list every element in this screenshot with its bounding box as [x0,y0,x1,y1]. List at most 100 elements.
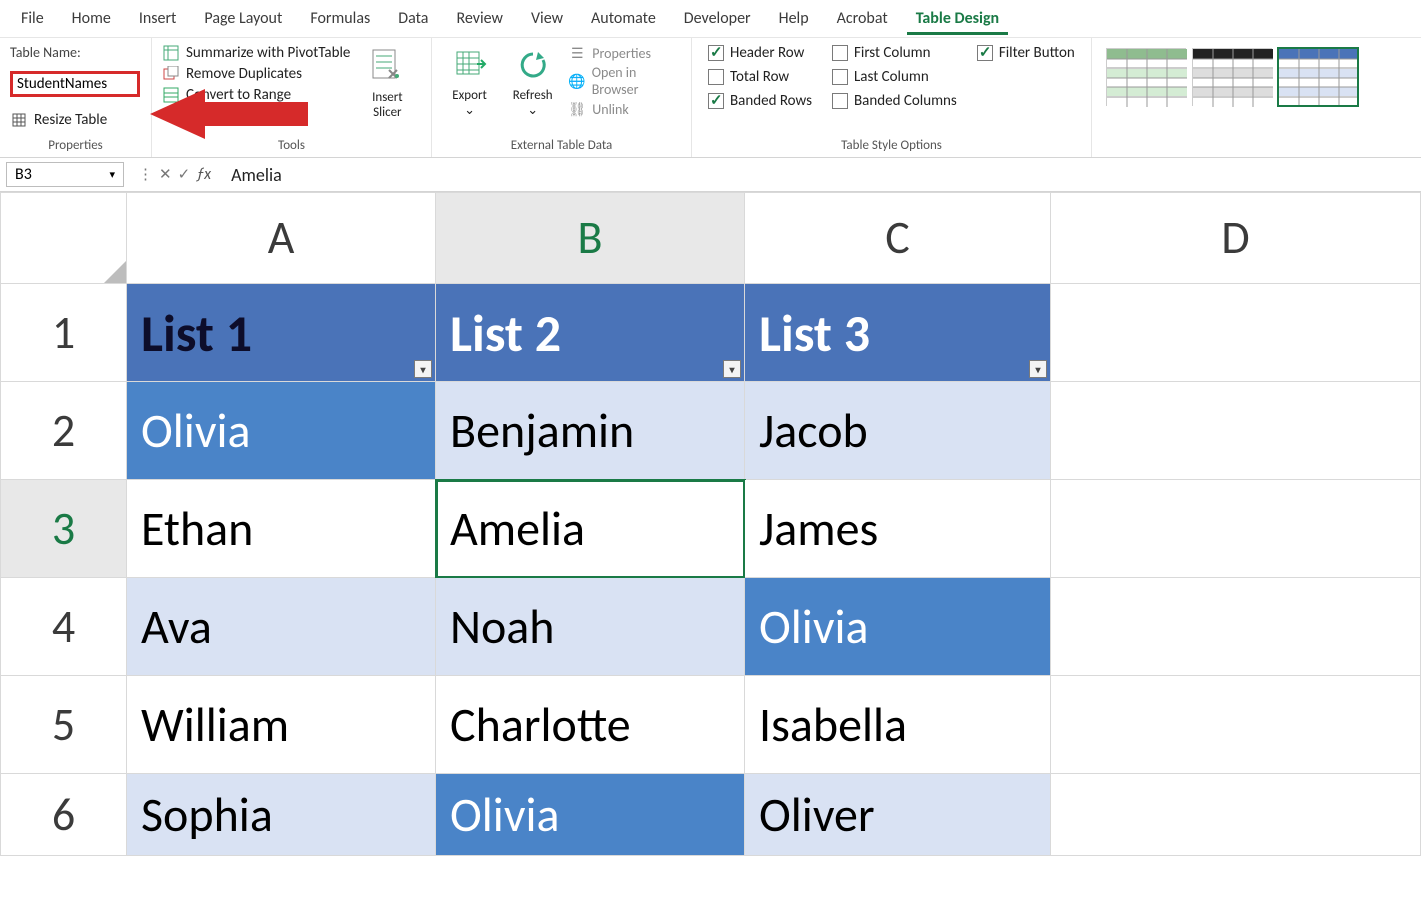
cell-b6[interactable]: Olivia [436,774,745,856]
cell-b5[interactable]: Charlotte [436,676,745,774]
cell-a2[interactable]: Olivia [127,382,436,480]
accept-formula-icon[interactable]: ✓ [178,165,191,184]
cell-c3[interactable]: James [745,480,1051,578]
cell-d5[interactable] [1051,676,1421,774]
row-header-3[interactable]: 3 [0,480,127,578]
pivottable-icon [162,44,180,62]
ribbon-group-label: Properties [10,136,141,155]
cell-c6[interactable]: Oliver [745,774,1051,856]
cell-a4[interactable]: Ava [127,578,436,676]
unlink-button: ⛓ Unlink [568,100,681,118]
column-header-a[interactable]: A [127,192,436,284]
filter-dropdown-icon[interactable]: ▾ [1029,360,1047,378]
insert-slicer-button[interactable]: Insert Slicer [358,44,416,121]
total-row-checkbox[interactable]: Total Row [708,68,812,86]
row-header-4[interactable]: 4 [0,578,127,676]
row-header-1[interactable]: 1 [0,284,127,382]
ribbon-group-label: Tools [162,136,421,155]
cell-d6[interactable] [1051,774,1421,856]
row-header-6[interactable]: 6 [0,774,127,856]
filter-button-checkbox[interactable]: Filter Button [977,44,1075,62]
cell-d2[interactable] [1051,382,1421,480]
convert-to-range-button[interactable]: Convert to Range [162,86,350,104]
filter-dropdown-icon[interactable]: ▾ [414,360,432,378]
menu-acrobat[interactable]: Acrobat [824,3,901,34]
menu-file[interactable]: File [8,3,57,34]
resize-table-icon [10,111,28,129]
cell-d3[interactable] [1051,480,1421,578]
banded-rows-checkbox[interactable]: Banded Rows [708,92,812,110]
first-column-checkbox[interactable]: First Column [832,44,957,62]
cell-c5[interactable]: Isabella [745,676,1051,774]
filter-dropdown-icon[interactable]: ▾ [723,360,741,378]
column-header-d[interactable]: D [1051,192,1421,284]
table-style-thumb[interactable] [1192,48,1272,106]
remove-duplicates-label: Remove Duplicates [186,65,302,83]
refresh-button[interactable]: Refresh⌄ [505,44,560,119]
cell-b2[interactable]: Benjamin [436,382,745,480]
summarize-pivottable-button[interactable]: Summarize with PivotTable [162,44,350,62]
menu-table-design[interactable]: Table Design [903,3,1012,34]
ribbon-group-properties: Table Name: Resize Table Properties [0,38,152,157]
table-name-input[interactable] [10,71,140,97]
cancel-formula-icon[interactable]: ✕ [159,165,172,184]
menu-help[interactable]: Help [766,3,822,34]
slicer-icon [369,48,405,89]
cell-b3-active[interactable]: Amelia [436,480,745,578]
ribbon-group-style-options: Header Row Total Row Banded Rows First C… [692,38,1092,157]
cell-b1[interactable]: List 2 ▾ [436,284,745,382]
remove-duplicates-button[interactable]: Remove Duplicates [162,65,350,83]
banded-columns-checkbox[interactable]: Banded Columns [832,92,957,110]
table-style-thumb-selected[interactable] [1278,48,1358,106]
menu-automate[interactable]: Automate [578,3,669,34]
formula-input[interactable]: Amelia [227,164,1421,186]
resize-table-label: Resize Table [34,111,107,129]
menu-formulas[interactable]: Formulas [297,3,383,34]
fx-icon[interactable]: ƒx [196,165,211,184]
cell-c1[interactable]: List 3 ▾ [745,284,1051,382]
cell-a1[interactable]: List 1 ▾ [127,284,436,382]
cell-c2[interactable]: Jacob [745,382,1051,480]
menu-data[interactable]: Data [385,3,441,34]
chevron-down-icon: ▾ [109,168,115,181]
table-properties-label: Properties [592,45,651,62]
open-in-browser-label: Open in Browser [592,64,681,98]
checkbox-icon [832,69,848,85]
menu-review[interactable]: Review [443,3,516,34]
convert-range-icon [162,86,180,104]
insert-slicer-label: Insert Slicer [358,91,416,121]
menu-developer[interactable]: Developer [671,3,764,34]
resize-table-button[interactable]: Resize Table [10,111,141,129]
last-column-checkbox[interactable]: Last Column [832,68,957,86]
cell-a6[interactable]: Sophia [127,774,436,856]
cell-d4[interactable] [1051,578,1421,676]
row-header-2[interactable]: 2 [0,382,127,480]
cell-c4[interactable]: Olivia [745,578,1051,676]
menu-insert[interactable]: Insert [126,3,190,34]
column-header-c[interactable]: C [745,192,1051,284]
menu-home[interactable]: Home [59,3,124,34]
row-header-5[interactable]: 5 [0,676,127,774]
cell-d1[interactable] [1051,284,1421,382]
table-style-thumb[interactable] [1106,48,1186,106]
banded-rows-label: Banded Rows [730,92,812,110]
cell-b4[interactable]: Noah [436,578,745,676]
menu-view[interactable]: View [518,3,576,34]
refresh-icon [516,48,550,87]
export-button[interactable]: Export⌄ [442,44,497,119]
browser-icon: 🌐 [568,72,585,90]
cell-a5[interactable]: William [127,676,436,774]
formula-controls: ⋮ ✕ ✓ ƒx [130,165,227,184]
checkbox-icon [708,45,724,61]
menu-page-layout[interactable]: Page Layout [191,3,295,34]
cell-a3[interactable]: Ethan [127,480,436,578]
column-header-b[interactable]: B [436,192,745,284]
ribbon-group-table-styles [1092,38,1421,157]
header-row-checkbox[interactable]: Header Row [708,44,812,62]
select-all-corner[interactable] [0,192,127,284]
refresh-label: Refresh⌄ [513,89,553,119]
name-box[interactable]: B3 ▾ [6,162,124,187]
checkbox-icon [708,93,724,109]
first-column-label: First Column [854,44,931,62]
header-row-label: Header Row [730,44,804,62]
